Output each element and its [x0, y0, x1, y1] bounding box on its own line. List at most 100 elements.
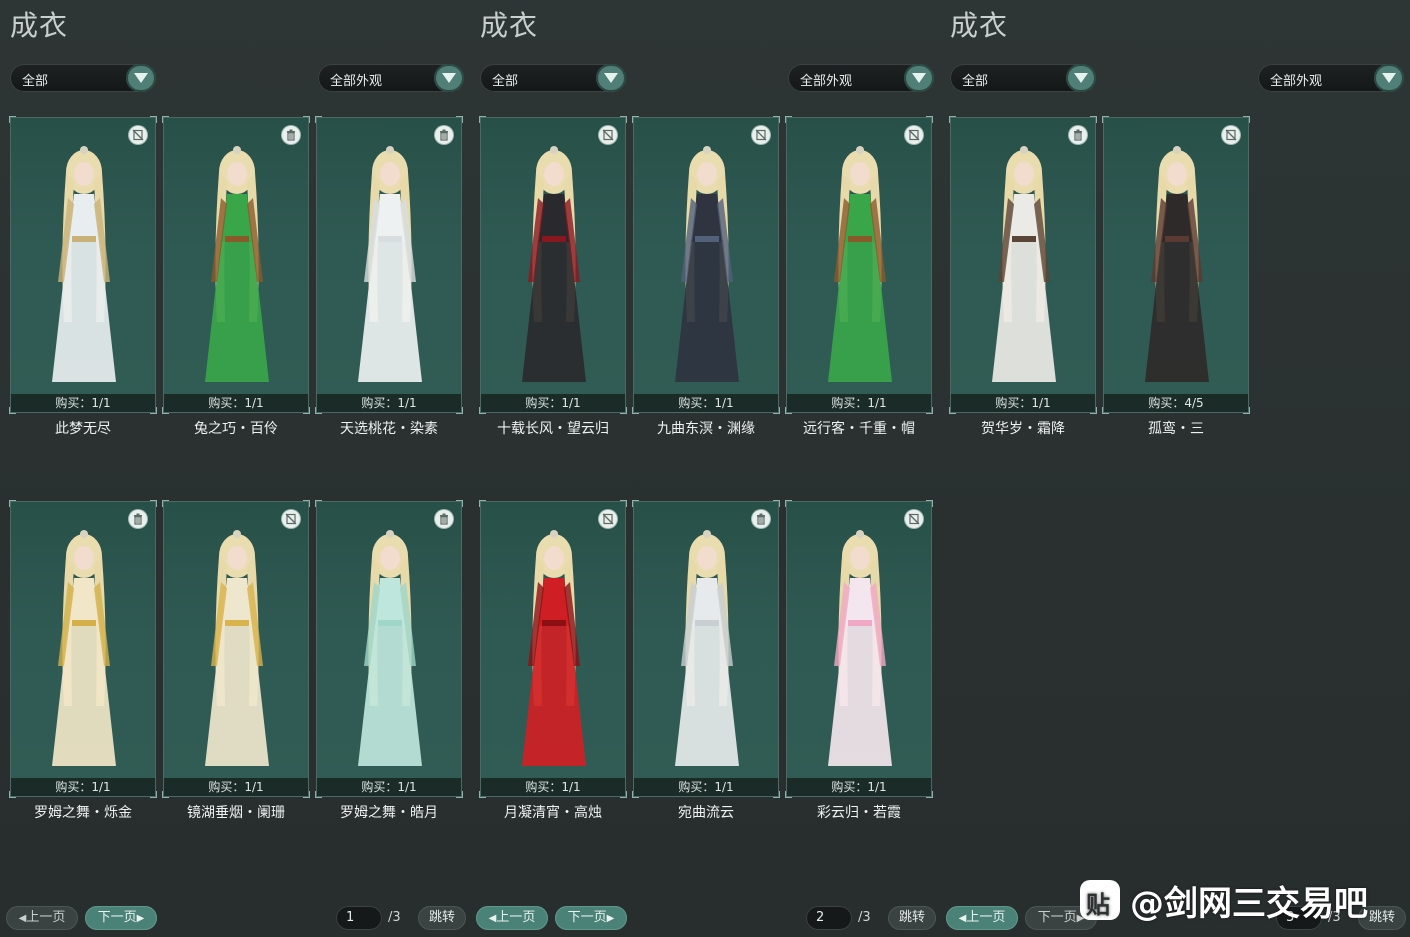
appearance-filter-dropdown[interactable]: 全部外观 [318, 64, 464, 92]
hide-icon[interactable] [599, 126, 617, 144]
outfit-card[interactable]: 购买：4/5 [1102, 116, 1250, 414]
trash-icon[interactable] [435, 510, 453, 528]
page-number-input[interactable]: 1 [336, 906, 382, 930]
chevron-down-icon[interactable] [1066, 64, 1096, 92]
prev-page-button[interactable]: ◀上一页 [946, 906, 1018, 930]
hide-icon[interactable] [282, 510, 300, 528]
watermark-text: @剑网三交易吧 [1130, 883, 1368, 924]
hide-icon[interactable] [599, 510, 617, 528]
outfit-preview-figure [340, 132, 440, 398]
card-corner-ornament [773, 500, 780, 507]
outfit-preview-figure [187, 516, 287, 782]
purchase-count: 购买：1/1 [11, 394, 155, 412]
card-corner-ornament [456, 500, 463, 507]
card-corner-ornament [150, 116, 157, 123]
outfit-card[interactable]: 购买：1/1 [632, 116, 780, 414]
outfit-name: 孤鸾・三 [1148, 421, 1204, 437]
page-number-input[interactable]: 2 [806, 906, 852, 930]
trash-icon[interactable] [129, 510, 147, 528]
outfit-card[interactable]: 购买：1/1 [9, 116, 157, 414]
card-corner-ornament [926, 116, 933, 123]
trash-icon[interactable] [435, 126, 453, 144]
outfit-card[interactable]: 购买：1/1 [162, 500, 310, 798]
outfit-preview-figure [657, 132, 757, 398]
outfit-card[interactable]: 购买：1/1 [785, 500, 933, 798]
hide-icon[interactable] [752, 126, 770, 144]
outfit-preview-figure [504, 132, 604, 398]
prev-page-label: 上一页 [966, 910, 1006, 925]
card-corner-ornament [150, 500, 157, 507]
trash-icon[interactable] [752, 510, 770, 528]
outfit-name: 宛曲流云 [678, 805, 734, 821]
outfit-card[interactable]: 购买：1/1 [162, 116, 310, 414]
next-page-button[interactable]: 下一页▶ [85, 906, 157, 930]
outfit-name: 此梦无尽 [55, 421, 111, 437]
jump-button[interactable]: 跳转 [418, 906, 466, 930]
purchase-count: 购买：1/1 [164, 394, 308, 412]
hide-icon[interactable] [905, 126, 923, 144]
next-page-label: 下一页 [1037, 910, 1077, 925]
purchase-count: 购买：1/1 [951, 394, 1095, 412]
arrow-right-icon: ▶ [136, 913, 145, 924]
hide-icon[interactable] [129, 126, 147, 144]
outfit-preview-figure [810, 516, 910, 782]
outfit-preview-figure [340, 516, 440, 782]
appearance-filter-dropdown[interactable]: 全部外观 [788, 64, 934, 92]
appearance-filter-value: 全部外观 [800, 74, 853, 89]
card-corner-ornament [315, 500, 322, 507]
outfit-card[interactable]: 购买：1/1 [9, 500, 157, 798]
appearance-filter-dropdown[interactable]: 全部外观 [1258, 64, 1404, 92]
card-corner-ornament [162, 500, 169, 507]
outfit-name: 彩云归・若霞 [817, 805, 901, 821]
purchase-count: 购买：1/1 [481, 394, 625, 412]
outfit-name: 远行客・千重・帽 [803, 421, 915, 437]
purchase-count: 购买：4/5 [1104, 394, 1248, 412]
jump-button[interactable]: 跳转 [888, 906, 936, 930]
arrow-right-icon: ▶ [606, 913, 615, 924]
outfit-name: 天选桃花・染素 [340, 421, 438, 437]
page-total: /3 [858, 910, 871, 925]
outfit-card[interactable]: 购买：1/1 [479, 500, 627, 798]
outfit-card[interactable]: 购买：1/1 [479, 116, 627, 414]
outfit-name: 兔之巧・百伶 [194, 421, 278, 437]
outfit-card[interactable]: 购买：1/1 [315, 500, 463, 798]
card-corner-ornament [1102, 116, 1109, 123]
purchase-count: 购买：1/1 [317, 778, 461, 796]
card-corner-ornament [456, 116, 463, 123]
chevron-down-icon[interactable] [126, 64, 156, 92]
purchase-count: 购买：1/1 [164, 778, 308, 796]
chevron-down-icon[interactable] [904, 64, 934, 92]
trash-icon[interactable] [282, 126, 300, 144]
purchase-count: 购买：1/1 [787, 778, 931, 796]
chevron-down-icon[interactable] [596, 64, 626, 92]
outfit-card[interactable]: 购买：1/1 [315, 116, 463, 414]
category-filter-dropdown[interactable]: 全部 [480, 64, 626, 92]
prev-page-button[interactable]: ◀上一页 [6, 906, 78, 930]
outfit-name: 九曲东溟・渊缘 [657, 421, 755, 437]
outfit-name: 月凝清宵・高烛 [504, 805, 602, 821]
category-filter-dropdown[interactable]: 全部 [10, 64, 156, 92]
panel-title: 成衣 [480, 9, 539, 42]
hide-icon[interactable] [1222, 126, 1240, 144]
prev-page-label: 上一页 [26, 910, 66, 925]
chevron-down-icon[interactable] [1374, 64, 1404, 92]
outfit-card[interactable]: 购买：1/1 [785, 116, 933, 414]
category-filter-dropdown[interactable]: 全部 [950, 64, 1096, 92]
card-corner-ornament [1090, 116, 1097, 123]
category-filter-value: 全部 [962, 74, 989, 89]
outfit-name: 罗姆之舞・烁金 [34, 805, 132, 821]
outfit-card[interactable]: 购买：1/1 [632, 500, 780, 798]
wardrobe-panel-page-3: 成衣 全部 全部外观 购买：1/1 贺华岁・霜降 购买：4/5 孤鸾・三 ◀上一页 下… [940, 0, 1410, 937]
prev-page-button[interactable]: ◀上一页 [476, 906, 548, 930]
outfit-card[interactable]: 购买：1/1 [949, 116, 1097, 414]
prev-page-label: 上一页 [496, 910, 536, 925]
outfit-preview-figure [34, 516, 134, 782]
chevron-down-icon[interactable] [434, 64, 464, 92]
next-page-button[interactable]: 下一页▶ [555, 906, 627, 930]
hide-icon[interactable] [905, 510, 923, 528]
card-corner-ornament [620, 116, 627, 123]
card-corner-ornament [9, 500, 16, 507]
trash-icon[interactable] [1069, 126, 1087, 144]
card-corner-ornament [620, 500, 627, 507]
panel-title: 成衣 [10, 9, 69, 42]
